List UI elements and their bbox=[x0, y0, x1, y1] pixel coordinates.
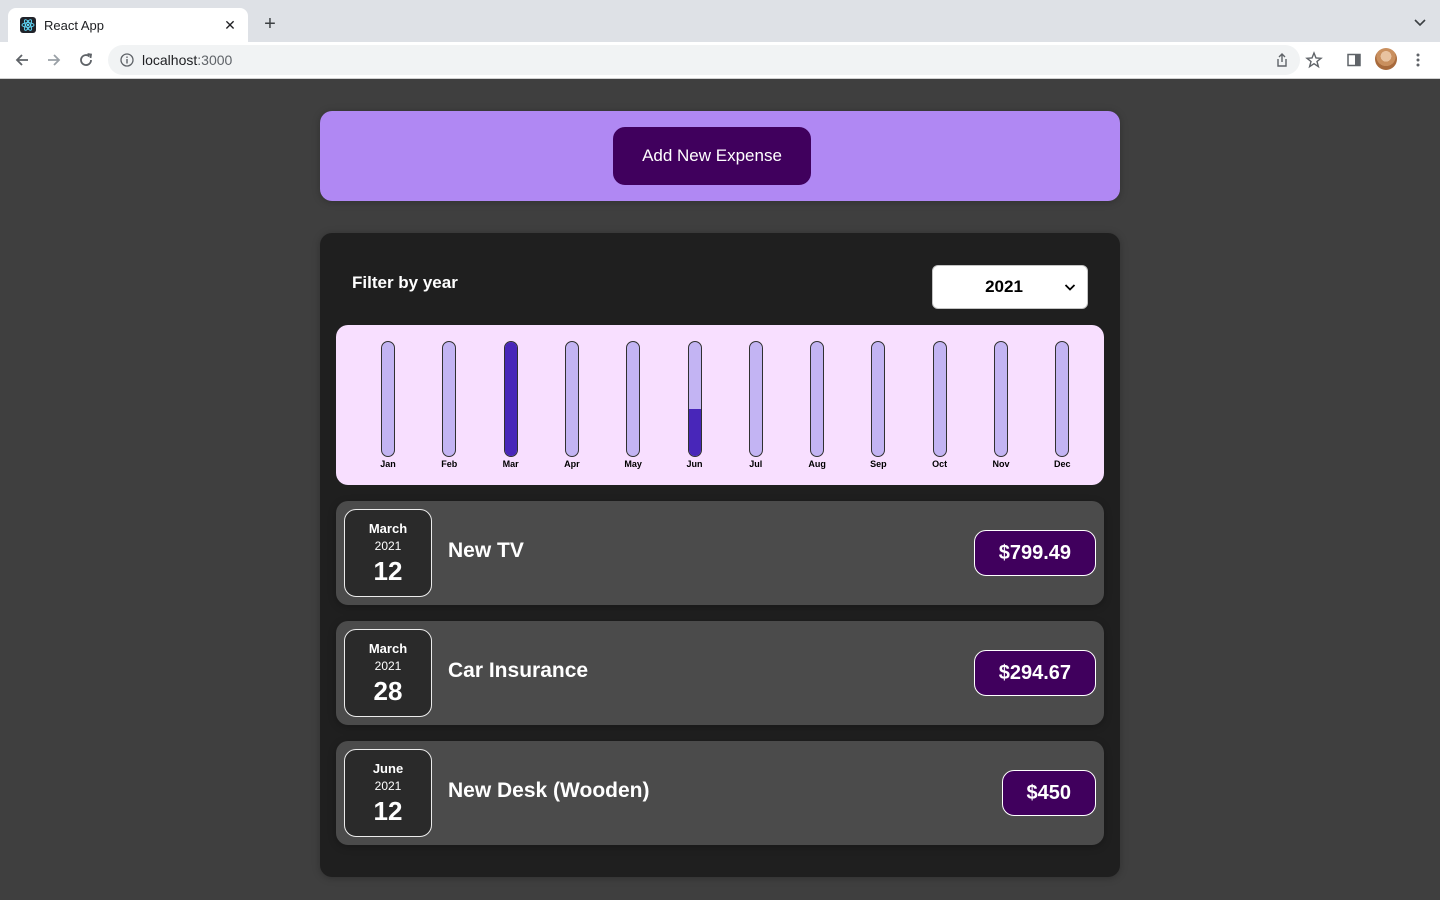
chart-bar-jan: Jan bbox=[366, 341, 410, 471]
expense-date-day: 12 bbox=[373, 556, 403, 586]
chart-bar-nov: Nov bbox=[979, 341, 1023, 471]
chart-bar-label: Feb bbox=[441, 459, 458, 469]
expense-item: June 2021 12 New Desk (Wooden) $450 bbox=[336, 741, 1104, 845]
reload-icon[interactable] bbox=[76, 50, 96, 70]
chart-bar-label: Jul bbox=[749, 459, 763, 469]
arrow-right-icon[interactable] bbox=[44, 50, 64, 70]
kebab-menu-icon[interactable] bbox=[1408, 50, 1428, 70]
year-select[interactable]: 2021 bbox=[932, 265, 1088, 309]
chart-bar-track bbox=[381, 341, 395, 457]
chart-bar-feb: Feb bbox=[427, 341, 471, 471]
chart-bar-label: Dec bbox=[1054, 459, 1071, 469]
chart-bar-fill bbox=[688, 409, 701, 456]
chart-bar-apr: Apr bbox=[550, 341, 594, 471]
expense-item: March 2021 12 New TV $799.49 bbox=[336, 501, 1104, 605]
chart-bar-fill bbox=[504, 342, 517, 456]
chart-bar-track bbox=[871, 341, 886, 457]
expense-title: New Desk (Wooden) bbox=[448, 779, 650, 802]
address-bar[interactable]: localhost :3000 bbox=[108, 45, 1300, 75]
chart-bar-track bbox=[748, 341, 763, 457]
chart-bar-label: Jun bbox=[686, 459, 703, 469]
chart-bar-track bbox=[503, 341, 518, 457]
chart-bar-label: Mar bbox=[502, 459, 519, 469]
expense-date-year: 2021 bbox=[374, 659, 402, 673]
chart-bar-label: Apr bbox=[564, 459, 580, 469]
chart-bar-label: Jan bbox=[380, 459, 396, 469]
expense-item: March 2021 28 Car Insurance $294.67 bbox=[336, 621, 1104, 725]
expense-date: March 2021 12 bbox=[344, 509, 432, 597]
chart-bar-track bbox=[564, 341, 579, 457]
add-new-expense-button[interactable]: Add New Expense bbox=[613, 127, 811, 185]
expense-amount: $799.49 bbox=[973, 530, 1096, 576]
chart-bar-track bbox=[442, 341, 457, 457]
chart-bar-label: Aug bbox=[808, 459, 826, 469]
side-panel-icon[interactable] bbox=[1344, 50, 1364, 70]
chart-bar-label: Nov bbox=[992, 459, 1010, 469]
chart-bar-label: Sep bbox=[870, 459, 887, 469]
expense-title: New TV bbox=[448, 539, 524, 562]
share-icon[interactable] bbox=[1272, 50, 1292, 70]
selected-year: 2021 bbox=[985, 277, 1023, 296]
chart-bar-may: May bbox=[611, 341, 655, 471]
chart-bar-jun: Jun bbox=[673, 341, 717, 471]
expenses-card: Filter by year 2021 Jan Feb Mar Apr May Jun Ju… bbox=[320, 233, 1120, 877]
chart-bar-track bbox=[810, 341, 825, 457]
expenses-chart: Jan Feb Mar Apr May Jun Jul Aug Sep Oct Nov Dec bbox=[336, 325, 1104, 485]
expense-date: June 2021 12 bbox=[344, 749, 432, 837]
expense-date: March 2021 28 bbox=[344, 629, 432, 717]
chart-bar-track bbox=[1055, 341, 1070, 457]
star-icon[interactable] bbox=[1304, 50, 1324, 70]
tab-title: React App bbox=[44, 17, 104, 33]
expense-date-day: 12 bbox=[373, 796, 403, 826]
chart-bar-jul: Jul bbox=[734, 341, 778, 471]
close-icon[interactable]: ✕ bbox=[222, 17, 238, 34]
avatar[interactable] bbox=[1375, 48, 1397, 70]
chevron-down-icon bbox=[1064, 284, 1076, 291]
expense-title: Car Insurance bbox=[448, 659, 589, 682]
browser-tabstrip: React App ✕ + bbox=[0, 0, 1440, 42]
chart-bar-track bbox=[687, 341, 702, 457]
arrow-left-icon[interactable] bbox=[12, 50, 32, 70]
expense-date-day: 28 bbox=[373, 676, 403, 706]
chevron-down-icon[interactable] bbox=[1412, 14, 1428, 30]
expense-date-month: June bbox=[372, 761, 404, 776]
browser-tab[interactable]: React App ✕ bbox=[8, 8, 248, 42]
react-icon bbox=[20, 17, 36, 33]
info-icon[interactable] bbox=[120, 53, 134, 67]
browser-toolbar: localhost :3000 bbox=[0, 42, 1440, 79]
expense-date-year: 2021 bbox=[374, 779, 402, 793]
chart-bar-oct: Oct bbox=[918, 341, 962, 471]
url-host: localhost bbox=[142, 52, 198, 68]
expense-amount: $450 bbox=[1001, 770, 1096, 816]
expense-date-year: 2021 bbox=[374, 539, 402, 553]
chart-bar-track bbox=[626, 341, 641, 457]
chart-bar-track bbox=[932, 341, 947, 457]
expense-date-month: March bbox=[368, 521, 408, 536]
url-port: :3000 bbox=[197, 52, 233, 68]
new-expense-panel: Add New Expense bbox=[320, 111, 1120, 201]
chart-bar-sep: Sep bbox=[856, 341, 900, 471]
expense-amount: $294.67 bbox=[973, 650, 1096, 696]
chart-bar-label: Oct bbox=[932, 459, 948, 469]
filter-label: Filter by year bbox=[352, 273, 458, 292]
chart-bar-label: May bbox=[624, 459, 642, 469]
plus-icon[interactable]: + bbox=[258, 12, 282, 36]
chart-bar-track bbox=[994, 341, 1008, 457]
chart-bar-mar: Mar bbox=[489, 341, 533, 471]
expense-date-month: March bbox=[368, 641, 408, 656]
chart-bar-aug: Aug bbox=[795, 341, 839, 471]
chart-bar-dec: Dec bbox=[1040, 341, 1084, 471]
